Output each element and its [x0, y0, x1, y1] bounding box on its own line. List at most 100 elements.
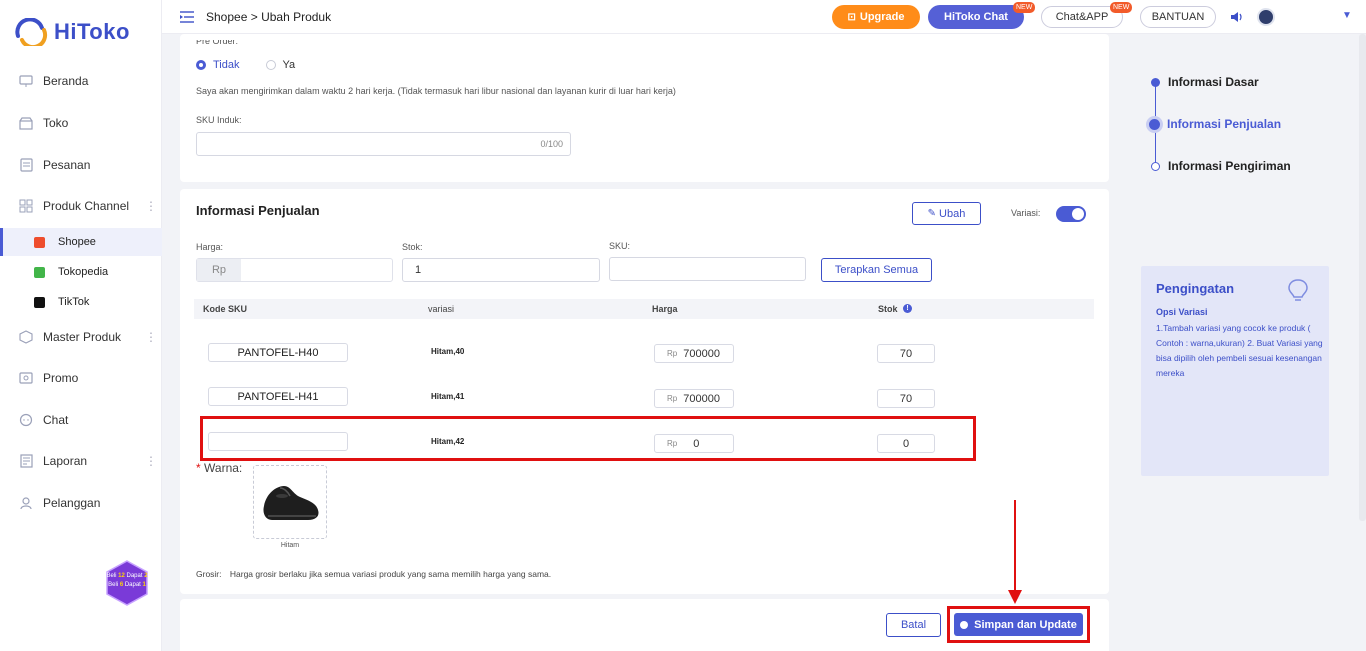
bantuan-label: BANTUAN [1151, 11, 1205, 23]
menu-toggle-icon[interactable] [180, 11, 194, 23]
harga-cell-input[interactable]: Rp 700000 [654, 344, 734, 363]
stok-label: Stok: [402, 242, 423, 252]
sidebar-item-label: Beranda [43, 74, 89, 88]
more-icon[interactable]: ⋮ [145, 199, 157, 213]
sidebar-item-shopee[interactable]: Shopee [0, 228, 162, 256]
sidebar-item-label: Pelanggan [43, 496, 101, 510]
check-icon [960, 620, 969, 629]
ubah-button[interactable]: ✎ Ubah [912, 202, 981, 225]
highlight-box: Simpan dan Update [947, 606, 1090, 643]
orders-icon [18, 157, 34, 173]
sidebar-item-toko[interactable]: Toko [0, 108, 162, 138]
promo-number: 2 [144, 573, 148, 579]
batal-button[interactable]: Batal [886, 613, 941, 637]
terapkan-semua-button[interactable]: Terapkan Semua [821, 258, 932, 282]
ubah-label: Ubah [939, 207, 966, 220]
preorder-radio-ya[interactable]: Ya [265, 59, 295, 71]
scrollbar[interactable] [1359, 34, 1366, 521]
promo-icon [18, 370, 34, 386]
kode-sku-input[interactable]: PANTOFEL-H40 [208, 343, 348, 362]
warna-label-group: * Warna: [196, 461, 242, 475]
promo-badge[interactable]: Beli 12 Dapat 2 Beli 6 Dapat 1 [104, 560, 150, 606]
th-stok: Stok [878, 304, 898, 314]
shopee-icon [34, 236, 45, 248]
sidebar-item-label: Chat [43, 413, 69, 427]
radio-dot [265, 60, 276, 70]
variasi-value: Hitam,40 [431, 347, 465, 356]
bantuan-button[interactable]: BANTUAN [1140, 6, 1216, 28]
sidebar-item-label: Master Produk [43, 330, 122, 344]
promo-text: Beli [106, 573, 117, 579]
step-informasi-pengiriman[interactable]: Informasi Pengiriman [1151, 159, 1291, 173]
customers-icon [18, 495, 34, 511]
hitoko-chat-button[interactable]: HiToko Chat [928, 5, 1024, 29]
radio-label: Tidak [213, 59, 240, 71]
sidebar-item-beranda[interactable]: Beranda [0, 66, 162, 96]
logo[interactable]: HiToko [14, 18, 130, 46]
stok-cell-input[interactable]: 70 [877, 344, 935, 363]
promo-text: Beli [108, 582, 119, 588]
promo-number: 6 [119, 582, 124, 588]
sidebar-item-promo[interactable]: Promo [0, 363, 162, 393]
sidebar-item-label: Pesanan [43, 158, 91, 172]
sidebar-item-label: Laporan [43, 454, 88, 468]
preorder-label: Pre Order: [196, 36, 239, 46]
sidebar-item-tiktok[interactable]: TikTok [0, 288, 162, 316]
stok-input[interactable]: 1 [402, 258, 600, 282]
reminder-panel: Pengingatan Opsi Variasi 1.Tambah varias… [1141, 266, 1329, 476]
sidebar-item-produk-channel[interactable]: Produk Channel ⋮ [0, 191, 162, 221]
warna-image-upload[interactable] [253, 465, 327, 539]
stok-cell-input[interactable]: 70 [877, 389, 935, 408]
breadcrumb-current: Ubah Produk [261, 10, 332, 24]
monitor-icon [18, 73, 34, 89]
more-icon[interactable]: ⋮ [145, 330, 157, 344]
tiktok-icon [34, 296, 45, 308]
sidebar-item-tokopedia[interactable]: Tokopedia [0, 258, 162, 286]
step-informasi-penjualan[interactable]: Informasi Penjualan [1149, 117, 1281, 131]
upgrade-button[interactable]: ⊡ Upgrade [832, 5, 920, 29]
sku-induk-counter: 0/100 [540, 139, 563, 149]
variasi-toggle[interactable] [1056, 206, 1086, 222]
step-dot [1151, 77, 1160, 87]
info-icon[interactable]: ! [903, 304, 912, 313]
speaker-icon[interactable] [1230, 10, 1244, 24]
box-icon [18, 329, 34, 345]
logo-text: HiToko [54, 19, 130, 44]
harga-value: 700000 [683, 347, 720, 360]
promo-number: 1 [142, 582, 146, 588]
grid-icon [18, 198, 34, 214]
top-bar: Shopee > Ubah Produk ⊡ Upgrade HiToko Ch… [162, 0, 1366, 34]
variasi-value: Hitam,41 [431, 392, 465, 401]
promo-text: Dapat [124, 582, 141, 588]
sidebar-item-master-produk[interactable]: Master Produk ⋮ [0, 322, 162, 352]
preorder-note: Saya akan mengirimkan dalam waktu 2 hari… [196, 86, 676, 96]
sku-induk-input[interactable]: 0/100 [196, 132, 571, 156]
th-variasi: variasi [428, 304, 455, 314]
simpan-update-button[interactable]: Simpan dan Update [954, 613, 1083, 636]
breadcrumb: Shopee > Ubah Produk [180, 10, 331, 24]
sidebar-item-pelanggan[interactable]: Pelanggan [0, 488, 162, 518]
th-kode-sku: Kode SKU [203, 304, 248, 314]
avatar[interactable] [1257, 8, 1275, 26]
terapkan-label: Terapkan Semua [834, 264, 919, 276]
more-icon[interactable]: ⋮ [145, 454, 157, 468]
step-informasi-dasar[interactable]: Informasi Dasar [1151, 75, 1259, 89]
chevron-down-icon[interactable]: ▼ [1342, 10, 1352, 21]
harga-input[interactable]: Rp [196, 258, 393, 282]
sku-induk-label: SKU Induk: [196, 115, 242, 125]
sidebar-item-pesanan[interactable]: Pesanan [0, 150, 162, 180]
new-badge: NEW [1110, 2, 1133, 13]
kode-sku-input[interactable]: PANTOFEL-H41 [208, 387, 348, 406]
breadcrumb-parent[interactable]: Shopee [206, 10, 247, 24]
sidebar-item-laporan[interactable]: Laporan ⋮ [0, 446, 162, 476]
required-mark: * [196, 461, 201, 475]
report-icon [18, 453, 34, 469]
sidebar-item-chat[interactable]: Chat [0, 405, 162, 435]
reminder-title: Pengingatan [1156, 281, 1235, 296]
annotation-arrow-icon [1008, 500, 1022, 604]
sku-input[interactable] [609, 257, 806, 281]
harga-cell-input[interactable]: Rp 700000 [654, 389, 734, 408]
section-title: Informasi Penjualan [196, 203, 320, 218]
preorder-radio-tidak[interactable]: Tidak [196, 59, 240, 71]
upgrade-label: Upgrade [859, 11, 905, 23]
